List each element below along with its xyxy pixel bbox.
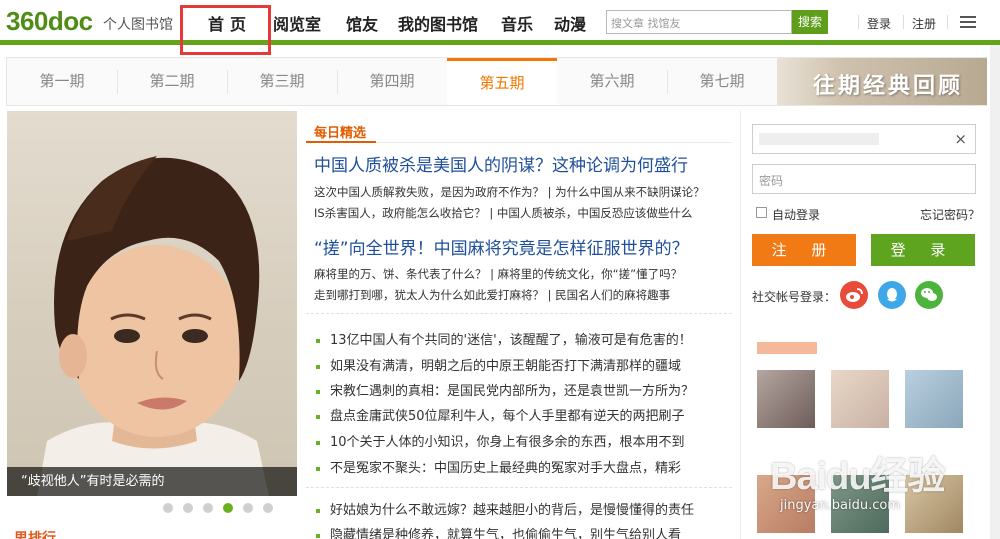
friend-avatar-thumb[interactable] (905, 370, 963, 428)
sub-links-row[interactable]: 这次中国人质解救失败，是因为政府不作为？ | 为什么中国从来不缺阴谋论？ (314, 184, 705, 200)
daily-picks-title: 每日精选 (314, 126, 367, 141)
nav-my-library[interactable]: 我的图书馆 (398, 11, 478, 35)
list-item[interactable]: 10个关于人体的小知识，你身上有很多余的东西，根本用不到 (316, 431, 685, 450)
site-logo[interactable]: 360doc (6, 6, 93, 37)
blurred-section-title (757, 342, 817, 354)
tab-issue-2[interactable]: 第二期 (117, 58, 227, 105)
top-header: 360doc 个人图书馆 首页 阅览室 馆友 我的图书馆 音乐 动漫 搜文章 找… (0, 0, 1000, 40)
auto-login-checkbox[interactable] (756, 207, 767, 218)
login-button[interactable]: 登 录 (871, 234, 975, 266)
header-green-rule (0, 40, 1000, 45)
list-item[interactable]: 宋教仁遇刺的真相：是国民党内部所为，还是袁世凯一方所为？ (316, 380, 694, 399)
list-item[interactable]: 如果没有满清，明朝之后的中原王朝能否打下满清那样的疆域 (316, 355, 681, 374)
toolbar-divider (947, 15, 948, 29)
slide-dot-active[interactable] (223, 503, 233, 513)
slide-dot[interactable] (263, 503, 273, 513)
hero-caption[interactable]: “歧视他人”有时是必需的 (7, 467, 297, 496)
slide-dot[interactable] (243, 503, 253, 513)
friend-avatar-thumb[interactable] (831, 370, 889, 428)
search-button[interactable]: 搜索 (792, 10, 828, 34)
list-item[interactable]: 隐藏情绪是种修养，就算生气，也偷偷生气，别生气给别人看 (316, 524, 681, 539)
list-item[interactable]: 不是冤家不聚头：中国历史上最经典的冤家对手大盘点，精彩 (316, 457, 681, 476)
watermark-main: Baidu经验 (770, 456, 946, 498)
banner-title: 往期经典回顾 (813, 74, 964, 99)
sub-links-row[interactable]: 麻将里的万、饼、条代表了什么？ | 麻将里的传统文化，你“搓”懂了吗？ (314, 266, 682, 282)
social-login-label: 社交帐号登录： (752, 290, 837, 304)
highlight-annotation-box (180, 5, 271, 55)
list-divider (306, 487, 732, 488)
child-portrait-image (37, 156, 269, 496)
qq-icon[interactable] (878, 281, 906, 309)
friend-avatar-thumb[interactable] (757, 370, 815, 428)
classic-review-banner[interactable]: 往期经典回顾 (777, 58, 987, 105)
sub-links-row[interactable]: IS杀害国人，政府能怎么收拾它？ | 中国人质被杀，中国反恐应该做些什么 (314, 205, 692, 221)
headline-article-1[interactable]: 中国人质被杀是美国人的阴谋？这种论调为何盛行 (314, 151, 688, 176)
section-rule-accent (306, 141, 376, 143)
nav-anime[interactable]: 动漫 (554, 11, 586, 35)
search-input[interactable]: 搜文章 找馆友 (606, 10, 792, 34)
baidu-jingyan-watermark: Baidu经验 jingyan.baidu.com (760, 441, 960, 521)
weibo-icon[interactable] (840, 281, 868, 309)
column-divider (740, 111, 741, 539)
wechat-icon[interactable] (915, 281, 943, 309)
password-field[interactable]: 密码 (752, 164, 976, 194)
watermark-url: jingyan.baidu.com (780, 498, 900, 513)
nav-friends[interactable]: 馆友 (346, 11, 378, 35)
list-divider (306, 313, 732, 314)
tab-issue-6[interactable]: 第六期 (557, 58, 667, 105)
toolbar-divider (858, 15, 859, 29)
scrollbar[interactable] (990, 45, 1000, 539)
username-field[interactable]: × (752, 124, 976, 154)
list-item[interactable]: 13亿中国人有个共同的'迷信'，该醒醒了，输液可是有危害的！ (316, 329, 692, 348)
clear-icon[interactable]: × (954, 130, 967, 148)
blurred-username (759, 133, 879, 145)
tab-issue-4[interactable]: 第四期 (337, 58, 447, 105)
list-item[interactable]: 盘点金庸武侠50位犀利牛人，每个人手里都有逆天的两把刷子 (316, 405, 685, 424)
toolbar-divider (903, 15, 904, 29)
site-logo-subtitle: 个人图书馆 (103, 17, 173, 33)
auto-login-label: 自动登录 (772, 208, 821, 222)
tab-issue-3[interactable]: 第三期 (227, 58, 337, 105)
list-item[interactable]: 好姑娘为什么不敢远嫁？越来越胆小的背后，是慢慢懂得的责任 (316, 499, 694, 518)
register-link[interactable]: 注册 (912, 15, 936, 32)
slide-dot[interactable] (183, 503, 193, 513)
headline-article-2[interactable]: “搓”向全世界！中国麻将究竟是怎样征服世界的？ (314, 234, 689, 259)
hero-slide-image[interactable]: “歧视他人”有时是必需的 (7, 111, 297, 496)
forgot-password-link[interactable]: 忘记密码？ (920, 206, 980, 223)
tab-issue-5[interactable]: 第五期 (447, 58, 557, 105)
login-link[interactable]: 登录 (867, 15, 891, 32)
hamburger-menu-icon[interactable] (960, 16, 976, 28)
sub-links-row[interactable]: 走到哪打到哪，犹太人为什么如此爱打麻将？ | 民国名人们的麻将趣事 (314, 287, 670, 303)
register-button[interactable]: 注 册 (752, 234, 856, 266)
nav-music[interactable]: 音乐 (501, 11, 533, 35)
ranking-section-label: 思排行 (14, 531, 56, 539)
slide-dot[interactable] (203, 503, 213, 513)
slide-dot[interactable] (163, 503, 173, 513)
tab-issue-7[interactable]: 第七期 (667, 58, 777, 105)
nav-reading-room[interactable]: 阅览室 (273, 11, 321, 35)
tab-issue-1[interactable]: 第一期 (7, 58, 117, 105)
